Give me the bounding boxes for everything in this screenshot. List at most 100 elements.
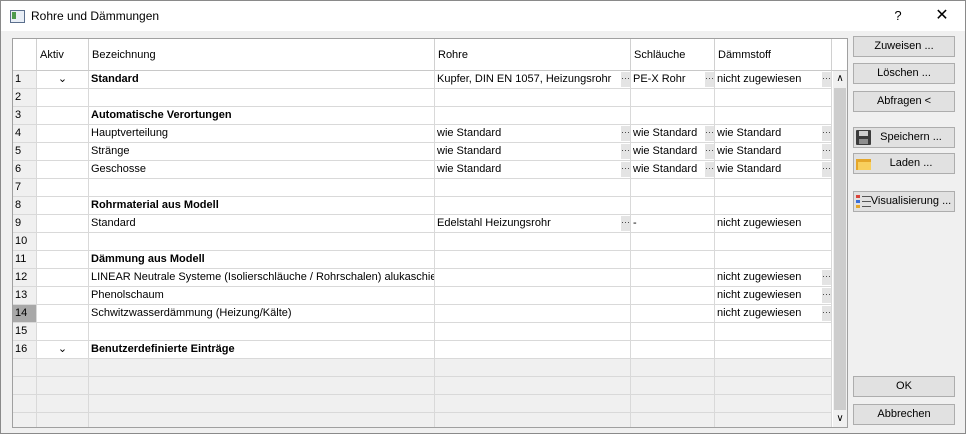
laden-button[interactable]: Laden ... — [853, 153, 955, 174]
row-number[interactable]: 1 — [13, 71, 37, 88]
scrollbar-thumb[interactable] — [834, 88, 846, 410]
table-row[interactable]: 3 Automatische Verortungen — [13, 107, 832, 125]
ellipsis-button[interactable]: ··· — [621, 72, 630, 87]
cell-bez[interactable]: Hauptverteilung — [89, 125, 435, 142]
cell-schl[interactable]: - — [631, 215, 715, 232]
help-button[interactable]: ? — [884, 5, 912, 27]
table-row[interactable]: 7 — [13, 179, 832, 197]
cell-bez[interactable]: Rohrmaterial aus Modell — [89, 197, 435, 214]
ellipsis-button[interactable]: ··· — [822, 72, 831, 87]
ellipsis-button[interactable]: ··· — [705, 72, 714, 87]
table-row[interactable]: 6 Geschosse wie Standard ··· wie Standard ···… — [13, 161, 832, 179]
scroll-up-icon[interactable]: ∧ — [833, 71, 847, 87]
ellipsis-button[interactable]: ··· — [822, 288, 831, 303]
close-icon[interactable]: ✕ — [926, 5, 958, 27]
cell-rohre[interactable]: Kupfer, DIN EN 1057, Heizungsrohr ··· — [435, 71, 631, 88]
table-row[interactable]: 8 Rohrmaterial aus Modell — [13, 197, 832, 215]
cell-bez[interactable]: Standard — [89, 71, 435, 88]
row-number[interactable]: 15 — [13, 323, 37, 340]
cell-bez[interactable]: LINEAR Neutrale Systeme (Isolierschläuch… — [89, 269, 435, 286]
table-row[interactable]: 4 Hauptverteilung wie Standard ··· wie Stand… — [13, 125, 832, 143]
cell-bez[interactable]: Standard — [89, 215, 435, 232]
row-number[interactable]: 12 — [13, 269, 37, 286]
abbrechen-button[interactable]: Abbrechen — [853, 404, 955, 425]
visualisierung-button[interactable]: Visualisierung ... — [853, 191, 955, 212]
cell-bez[interactable]: Phenolschaum — [89, 287, 435, 304]
speichern-button[interactable]: Speichern ... — [853, 127, 955, 148]
header-aktiv[interactable]: Aktiv — [37, 39, 89, 71]
ellipsis-button[interactable]: ··· — [705, 162, 714, 177]
cell-rohre[interactable]: Edelstahl Heizungsrohr ··· — [435, 215, 631, 232]
cell-bez[interactable]: Dämmung aus Modell — [89, 251, 435, 268]
table-row[interactable]: 11 Dämmung aus Modell — [13, 251, 832, 269]
header-bezeichnung[interactable]: Bezeichnung — [89, 39, 435, 71]
abfragen-button[interactable]: Abfragen < — [853, 91, 955, 112]
row-number[interactable]: 13 — [13, 287, 37, 304]
table-row[interactable]: 12 LINEAR Neutrale Systeme (Isolierschläu… — [13, 269, 832, 287]
cell-daemm[interactable]: wie Standard ··· — [715, 125, 832, 142]
ellipsis-button[interactable]: ··· — [621, 126, 630, 141]
row-number[interactable]: 16 — [13, 341, 37, 358]
cell-rohre[interactable]: wie Standard ··· — [435, 143, 631, 160]
row-number[interactable]: 2 — [13, 89, 37, 106]
row-number[interactable]: 7 — [13, 179, 37, 196]
ellipsis-button[interactable]: ··· — [822, 162, 831, 177]
cell-schl[interactable]: wie Standard ··· — [631, 143, 715, 160]
ellipsis-button[interactable]: ··· — [822, 306, 831, 321]
cell-bez[interactable]: Benutzerdefinierte Einträge — [89, 341, 435, 358]
cell-daemm[interactable]: nicht zugewiesen ··· — [715, 305, 832, 322]
table-row[interactable]: 15 — [13, 323, 832, 341]
cell-rohre[interactable]: wie Standard ··· — [435, 161, 631, 178]
table-row[interactable]: 1 ⌄ Standard Kupfer, DIN EN 1057, Heizungsr… — [13, 71, 832, 89]
cell-daemm[interactable]: nicht zugewiesen ··· — [715, 287, 832, 304]
table-row[interactable]: 13 Phenolschaum nicht zugewiesen ··· — [13, 287, 832, 305]
cell-schl[interactable]: wie Standard ··· — [631, 125, 715, 142]
ellipsis-button[interactable]: ··· — [822, 144, 831, 159]
cell-daemm[interactable]: nicht zugewiesen — [715, 215, 832, 232]
row-number[interactable]: 3 — [13, 107, 37, 124]
ok-button[interactable]: OK — [853, 376, 955, 397]
row-number[interactable]: 14 — [13, 305, 37, 322]
ellipsis-button[interactable]: ··· — [705, 144, 714, 159]
loeschen-button[interactable]: Löschen ... — [853, 63, 955, 84]
cell-aktiv[interactable]: ⌄ — [37, 71, 89, 88]
table-row[interactable]: 5 Stränge wie Standard ··· wie Standard ··· wi… — [13, 143, 832, 161]
row-number[interactable]: 10 — [13, 233, 37, 250]
ellipsis-button[interactable]: ··· — [705, 126, 714, 141]
cell-bez[interactable]: Stränge — [89, 143, 435, 160]
vertical-scrollbar[interactable]: ∧ ∨ — [833, 71, 847, 427]
header-schlaeuche[interactable]: Schläuche — [631, 39, 715, 71]
header-rohre[interactable]: Rohre — [435, 39, 631, 71]
cell-schl[interactable]: wie Standard ··· — [631, 161, 715, 178]
table-row[interactable]: 9 Standard Edelstahl Heizungsrohr ··· - nicht… — [13, 215, 832, 233]
cell-aktiv[interactable]: ⌄ — [37, 341, 89, 358]
cell-rohre[interactable]: wie Standard ··· — [435, 125, 631, 142]
cell-schl[interactable]: PE-X Rohr ··· — [631, 71, 715, 88]
cell-daemm[interactable]: nicht zugewiesen ··· — [715, 269, 832, 286]
header-daemmstoff[interactable]: Dämmstoff — [715, 39, 832, 71]
row-number[interactable]: 8 — [13, 197, 37, 214]
cell-daemm[interactable]: nicht zugewiesen ··· — [715, 71, 832, 88]
cell-bez[interactable]: Schwitzwasserdämmung (Heizung/Kälte) — [89, 305, 435, 322]
table-row[interactable]: 2 — [13, 89, 832, 107]
row-number[interactable]: 11 — [13, 251, 37, 268]
table-row[interactable]: 10 — [13, 233, 832, 251]
ellipsis-button[interactable]: ··· — [822, 126, 831, 141]
table-row[interactable]: 16 ⌄ Benutzerdefinierte Einträge — [13, 341, 832, 359]
row-number[interactable]: 5 — [13, 143, 37, 160]
cell-daemm[interactable]: wie Standard ··· — [715, 143, 832, 160]
cell-bez[interactable]: Geschosse — [89, 161, 435, 178]
row-number[interactable]: 6 — [13, 161, 37, 178]
scroll-down-icon[interactable]: ∨ — [833, 411, 847, 427]
ellipsis-button[interactable]: ··· — [621, 144, 630, 159]
cell-daemm — [715, 89, 832, 106]
cell-bez[interactable]: Automatische Verortungen — [89, 107, 435, 124]
ellipsis-button[interactable]: ··· — [822, 270, 831, 285]
cell-daemm[interactable]: wie Standard ··· — [715, 161, 832, 178]
table-row[interactable]: 14 Schwitzwasserdämmung (Heizung/Kälte) ni… — [13, 305, 832, 323]
row-number[interactable]: 4 — [13, 125, 37, 142]
zuweisen-button[interactable]: Zuweisen ... — [853, 36, 955, 57]
ellipsis-button[interactable]: ··· — [621, 162, 630, 177]
row-number[interactable]: 9 — [13, 215, 37, 232]
ellipsis-button[interactable]: ··· — [621, 216, 630, 231]
